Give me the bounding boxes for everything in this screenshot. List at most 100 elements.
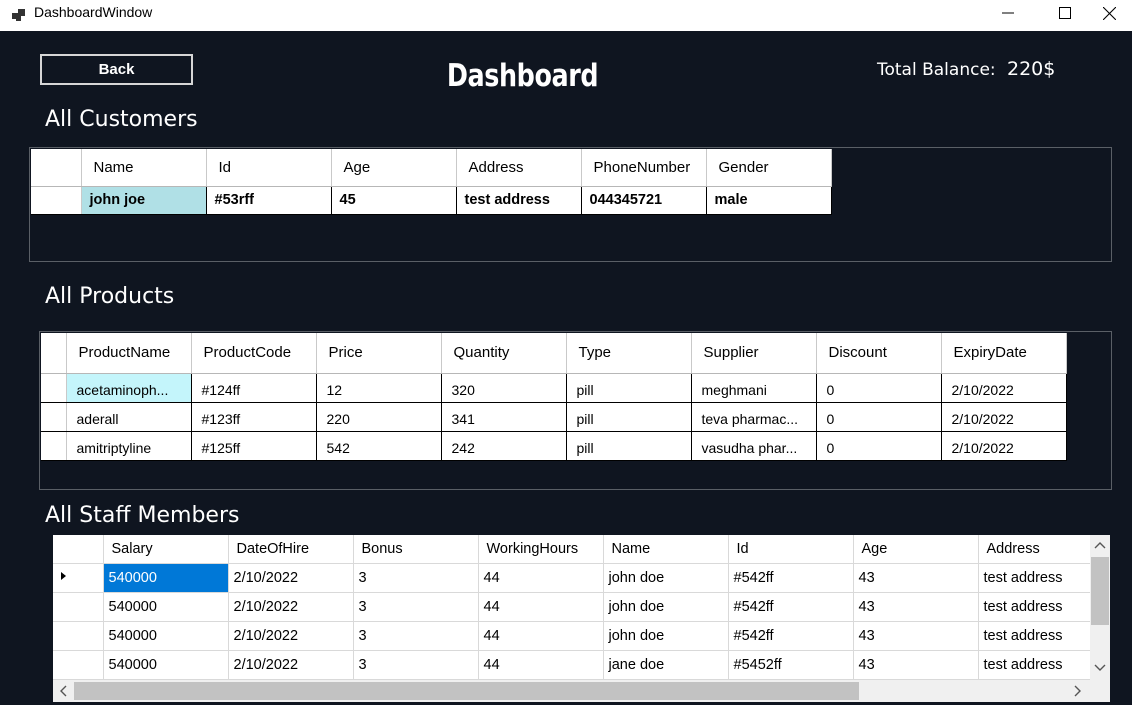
table-row[interactable]: 540000 2/10/2022 3 44 john doe #542ff 43… [53,591,1090,622]
column-header-discount[interactable]: Discount [816,333,942,374]
table-cell[interactable]: test address [977,649,1090,680]
table-cell[interactable]: meghmani [690,372,817,403]
table-cell[interactable]: 220 [315,401,442,432]
table-cell[interactable]: test address [455,185,582,215]
table-cell[interactable]: test address [977,562,1090,593]
table-row[interactable]: aderall #123ff 220 341 pill teva pharmac… [41,401,1067,432]
table-cell[interactable]: #542ff [727,620,854,651]
column-header-bonus[interactable]: Bonus [353,535,479,564]
table-cell[interactable]: 320 [440,372,567,403]
table-cell[interactable]: 540000 [102,649,229,680]
table-cell[interactable]: 2/10/2022 [227,649,354,680]
column-header-supplier[interactable]: Supplier [691,333,817,374]
row-header[interactable] [53,591,104,622]
vertical-scroll-thumb[interactable] [1091,557,1109,625]
row-header[interactable] [41,372,67,403]
table-cell[interactable]: #124ff [190,372,317,403]
table-cell[interactable]: 43 [852,562,979,593]
table-cell[interactable]: #53rff [205,185,332,215]
table-cell[interactable]: 43 [852,591,979,622]
table-cell[interactable]: 341 [440,401,567,432]
table-cell[interactable]: 44 [477,562,604,593]
table-cell[interactable]: #542ff [727,591,854,622]
table-cell[interactable]: john joe [80,185,207,215]
back-button[interactable]: Back [40,54,193,85]
table-cell[interactable]: 2/10/2022 [227,620,354,651]
table-cell[interactable]: 43 [852,620,979,651]
table-cell[interactable]: 2/10/2022 [940,372,1067,403]
table-cell[interactable]: john doe [602,562,729,593]
table-cell[interactable]: amitriptyline [65,430,192,461]
table-row[interactable]: 540000 2/10/2022 3 44 john doe #542ff 43… [53,620,1090,651]
table-cell[interactable]: jane doe [602,649,729,680]
column-header-type[interactable]: Type [566,333,692,374]
column-header-dateofhire[interactable]: DateOfHire [228,535,354,564]
column-header-productcode[interactable]: ProductCode [191,333,317,374]
maximize-button[interactable] [1042,0,1088,26]
table-cell[interactable]: pill [565,401,692,432]
chevron-left-icon[interactable] [58,685,68,697]
row-header[interactable] [53,562,104,593]
table-cell[interactable]: 2/10/2022 [227,562,354,593]
row-header-corner[interactable] [31,149,82,187]
minimize-button[interactable] [985,0,1031,26]
table-cell[interactable]: 044345721 [580,185,707,215]
column-header-name[interactable]: Name [603,535,729,564]
table-cell[interactable]: john doe [602,620,729,651]
table-cell[interactable]: 0 [815,372,942,403]
table-cell[interactable]: 540000 [102,591,229,622]
close-button[interactable] [1086,0,1132,26]
staff-horizontal-scrollbar[interactable] [53,680,1110,702]
column-header-name[interactable]: Name [81,149,207,187]
staff-vertical-scrollbar[interactable] [1090,535,1110,680]
table-cell[interactable]: 43 [852,649,979,680]
table-cell[interactable]: 2/10/2022 [940,401,1067,432]
table-cell[interactable]: #542ff [727,562,854,593]
table-cell[interactable]: 44 [477,591,604,622]
row-header[interactable] [31,185,82,215]
table-cell[interactable]: 0 [815,430,942,461]
table-row[interactable]: john joe #53rff 45 test address 04434572… [31,185,832,215]
column-header-productname[interactable]: ProductName [66,333,192,374]
table-cell[interactable]: 0 [815,401,942,432]
table-row[interactable]: 540000 2/10/2022 3 44 john doe #542ff 43… [53,562,1090,593]
row-header[interactable] [53,649,104,680]
table-cell[interactable]: #125ff [190,430,317,461]
customers-grid[interactable]: Name Id Age Address PhoneNumber Gender j… [29,147,1112,262]
column-header-age[interactable]: Age [331,149,457,187]
row-header-corner[interactable] [41,333,67,374]
table-cell[interactable]: 540000 [102,620,229,651]
table-cell[interactable]: aderall [65,401,192,432]
chevron-up-icon[interactable] [1094,540,1106,550]
table-cell[interactable]: 12 [315,372,442,403]
column-header-age[interactable]: Age [853,535,979,564]
column-header-expirydate[interactable]: ExpiryDate [941,333,1067,374]
column-header-phonenumber[interactable]: PhoneNumber [581,149,707,187]
chevron-down-icon[interactable] [1094,663,1106,673]
table-cell[interactable]: teva pharmac... [690,401,817,432]
column-header-id[interactable]: Id [728,535,854,564]
table-row[interactable]: 540000 2/10/2022 3 44 jane doe #5452ff 4… [53,649,1090,680]
table-cell[interactable]: pill [565,372,692,403]
column-header-address[interactable]: Address [456,149,582,187]
table-cell[interactable]: test address [977,620,1090,651]
table-cell[interactable]: 44 [477,649,604,680]
table-cell[interactable]: 3 [352,591,479,622]
staff-grid[interactable]: Salary DateOfHire Bonus WorkingHours Nam… [53,535,1090,680]
window-titlebar[interactable]: DashboardWindow [0,0,1132,31]
column-header-address[interactable]: Address [978,535,1090,564]
row-header[interactable] [53,620,104,651]
table-cell[interactable]: 3 [352,649,479,680]
table-cell[interactable]: 2/10/2022 [227,591,354,622]
table-cell[interactable]: vasudha phar... [690,430,817,461]
column-header-workinghours[interactable]: WorkingHours [478,535,604,564]
products-grid[interactable]: ProductName ProductCode Price Quantity T… [39,331,1112,490]
table-cell[interactable]: 3 [352,620,479,651]
customers-table[interactable]: Name Id Age Address PhoneNumber Gender j… [31,149,832,215]
table-cell[interactable]: 540000 [102,562,229,593]
table-cell[interactable]: john doe [602,591,729,622]
table-cell[interactable]: male [705,185,832,215]
chevron-right-icon[interactable] [1073,685,1083,697]
row-header-corner[interactable] [53,535,104,564]
column-header-salary[interactable]: Salary [103,535,229,564]
